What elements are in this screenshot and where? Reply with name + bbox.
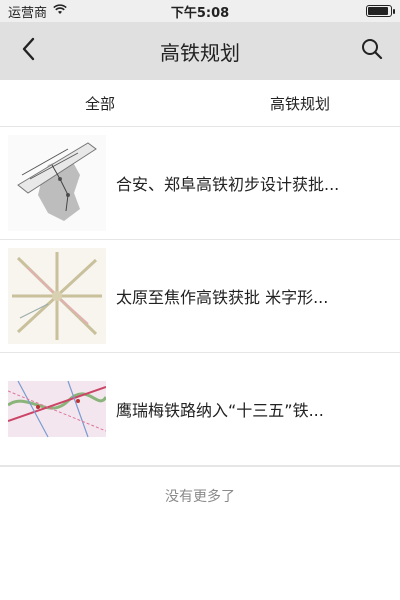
carrier-label: 运营商 bbox=[8, 5, 48, 21]
navbar: 高铁规划 bbox=[0, 22, 400, 80]
article-title: 鹰瑞梅铁路纳入“十三五”铁... bbox=[116, 401, 324, 420]
status-left: 运营商 bbox=[8, 2, 67, 21]
article-title: 合安、郑阜高铁初步设计获批... bbox=[116, 175, 340, 194]
list-item[interactable]: 合安、郑阜高铁初步设计获批... bbox=[0, 127, 400, 240]
article-title: 太原至焦作高铁获批 米字形... bbox=[116, 288, 329, 307]
wifi-icon bbox=[53, 3, 67, 19]
search-button[interactable] bbox=[356, 35, 388, 67]
tab-all[interactable]: 全部 bbox=[0, 93, 200, 114]
list-item[interactable]: 太原至焦作高铁获批 米字形... bbox=[0, 240, 400, 353]
article-thumbnail bbox=[8, 135, 106, 231]
article-list: 合安、郑阜高铁初步设计获批... 太原至焦作高铁获批 米字形... 鹰瑞梅铁路纳… bbox=[0, 127, 400, 466]
back-button[interactable] bbox=[12, 35, 44, 67]
article-thumbnail bbox=[8, 361, 106, 457]
status-bar: 运营商 下午5:08 bbox=[0, 0, 400, 22]
page-title: 高铁规划 bbox=[160, 40, 240, 65]
tab-high-speed-planning[interactable]: 高铁规划 bbox=[200, 93, 400, 114]
battery-icon bbox=[366, 5, 395, 17]
search-icon bbox=[360, 37, 384, 65]
article-thumbnail bbox=[8, 248, 106, 344]
list-item[interactable]: 鹰瑞梅铁路纳入“十三五”铁... bbox=[0, 353, 400, 466]
tab-bar: 全部 高铁规划 bbox=[0, 80, 400, 127]
no-more-footer: 没有更多了 bbox=[0, 466, 400, 525]
chevron-left-icon bbox=[21, 37, 35, 65]
